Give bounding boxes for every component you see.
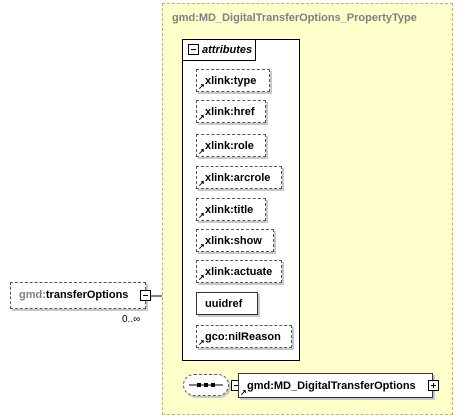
attribute-gco-nilreason[interactable]: gco:nilReason ↗ (196, 325, 292, 348)
reference-arrow-icon: ↗ (240, 388, 247, 397)
attribute-name: uuidref (205, 298, 243, 310)
reference-arrow-icon: ↗ (198, 179, 205, 188)
md-digital-transfer-options-element[interactable]: gmd:MD_DigitalTransferOptions ↗ (238, 373, 433, 398)
attribute-uuidref[interactable]: uuidref (196, 292, 258, 315)
attribute-name: xlink:show (205, 235, 262, 247)
reference-arrow-icon: ↗ (198, 242, 205, 251)
attribute-name: xlink:role (205, 140, 254, 152)
attribute-name: xlink:href (205, 106, 255, 118)
attribute-name: xlink:actuate (205, 266, 273, 278)
sequence-compositor-icon[interactable] (183, 374, 229, 396)
element-prefix: gmd: (19, 289, 46, 301)
sequence-dots-icon (189, 383, 223, 387)
reference-arrow-icon: ↗ (198, 273, 205, 282)
transfer-options-element[interactable]: gmd:transferOptions (10, 282, 146, 309)
attribute-name: xlink:title (205, 204, 254, 216)
attribute-name: xlink:type (205, 75, 257, 87)
reference-arrow-icon: ↗ (198, 211, 205, 220)
child-expand-icon[interactable] (428, 380, 439, 391)
attribute-xlink-href[interactable]: xlink:href ↗ (196, 100, 266, 123)
complex-type-title: gmd:MD_DigitalTransferOptions_PropertyTy… (172, 12, 417, 24)
reference-arrow-icon: ↗ (198, 82, 205, 91)
child-element-name: gmd:MD_DigitalTransferOptions (247, 380, 416, 392)
attribute-xlink-role[interactable]: xlink:role ↗ (196, 134, 266, 157)
attributes-collapse-icon[interactable] (188, 44, 199, 55)
attribute-group-label: attributes (202, 44, 253, 56)
reference-arrow-icon: ↗ (198, 147, 205, 156)
element-collapse-icon[interactable] (140, 290, 151, 301)
attribute-xlink-type[interactable]: xlink:type ↗ (196, 69, 270, 92)
attribute-xlink-arcrole[interactable]: xlink:arcrole ↗ (196, 166, 282, 189)
attribute-xlink-actuate[interactable]: xlink:actuate ↗ (196, 260, 282, 283)
attribute-xlink-show[interactable]: xlink:show ↗ (196, 229, 274, 252)
element-name: transferOptions (45, 289, 129, 301)
attribute-name: xlink:arcrole (205, 172, 271, 184)
attribute-name: gco:nilReason (205, 331, 281, 343)
reference-arrow-icon: ↗ (198, 113, 205, 122)
element-cardinality: 0..∞ (122, 314, 141, 325)
reference-arrow-icon: ↗ (198, 338, 205, 347)
attribute-xlink-title[interactable]: xlink:title ↗ (196, 198, 266, 221)
